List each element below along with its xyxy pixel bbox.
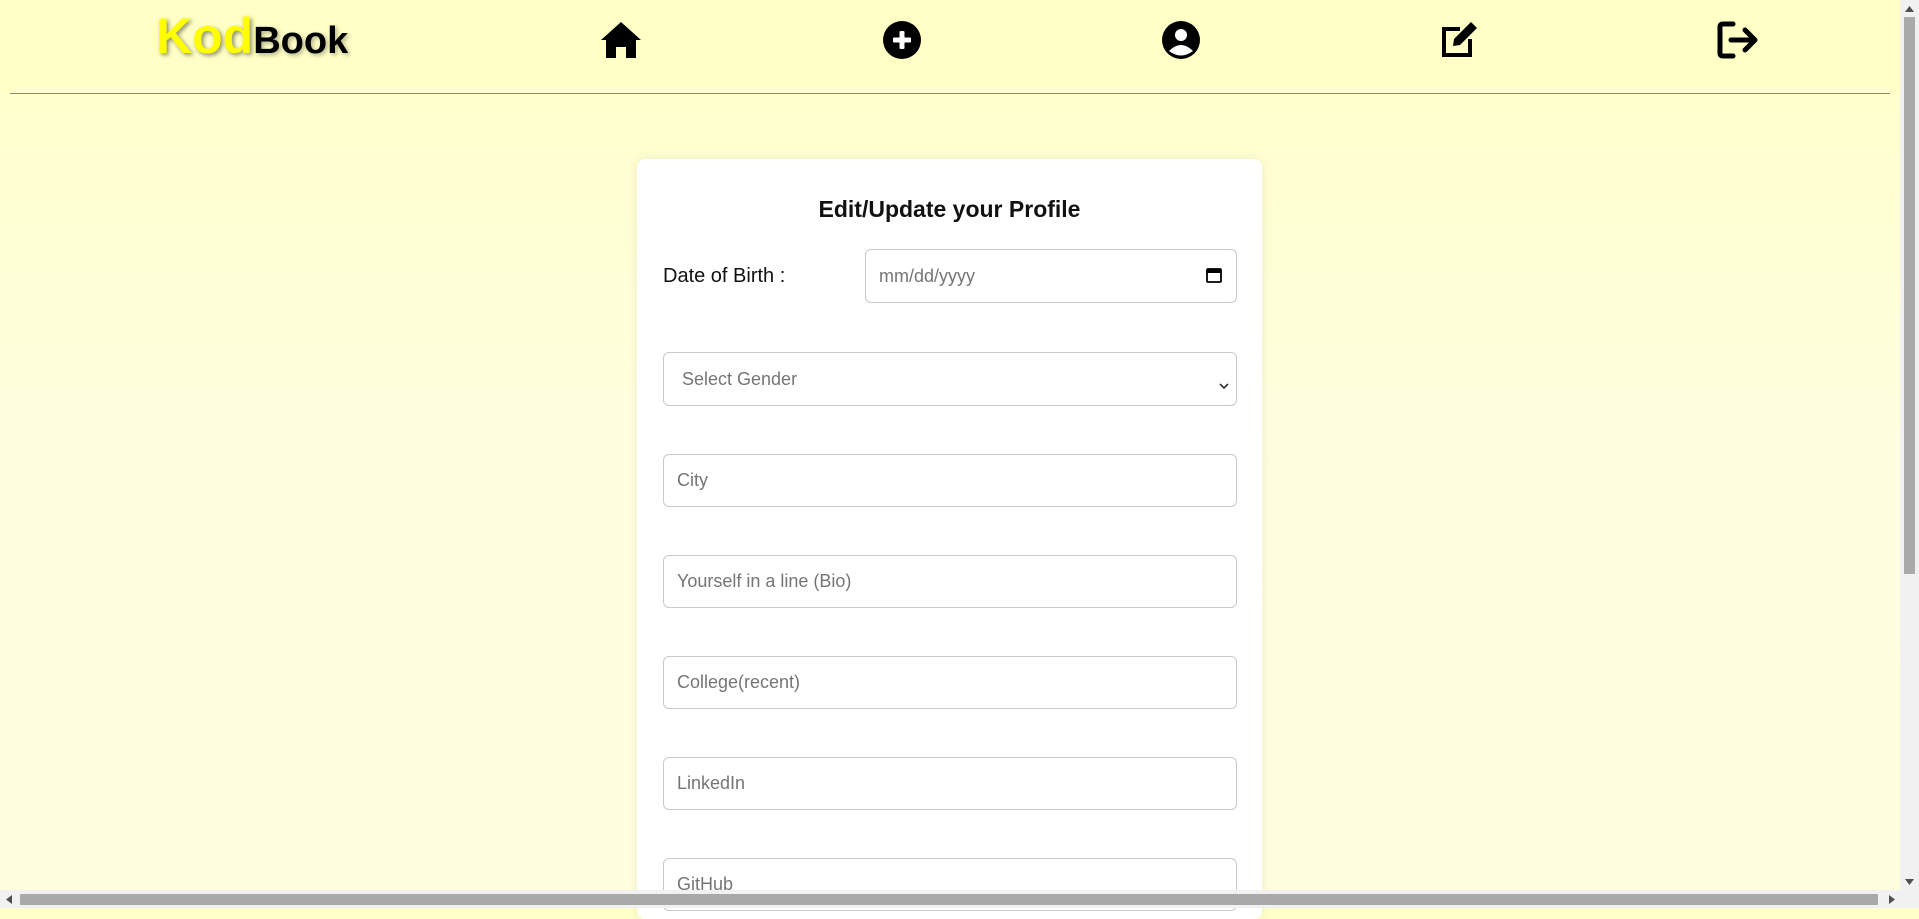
profile-form-card: Edit/Update your Profile Date of Birth :… — [637, 159, 1262, 919]
scroll-up-arrow-icon[interactable] — [1900, 0, 1919, 17]
add-circle-icon[interactable] — [880, 18, 924, 62]
chevron-down-icon — [1218, 375, 1230, 396]
dob-label: Date of Birth : — [663, 265, 786, 287]
logo-book: Book — [253, 20, 349, 62]
scroll-down-arrow-icon[interactable] — [1900, 873, 1919, 890]
dob-input[interactable]: mm/dd/yyyy — [865, 249, 1237, 303]
user-circle-icon[interactable] — [1159, 18, 1203, 62]
dob-placeholder: mm/dd/yyyy — [879, 265, 976, 286]
college-input[interactable]: College(recent) — [663, 656, 1237, 709]
city-input[interactable]: City — [663, 454, 1237, 507]
navbar-divider — [10, 93, 1890, 94]
form-title: Edit/Update your Profile — [818, 196, 1081, 222]
gender-select[interactable]: Select Gender — [663, 352, 1237, 406]
calendar-icon[interactable] — [1206, 267, 1222, 288]
bio-input[interactable]: Yourself in a line (Bio) — [663, 555, 1237, 608]
city-placeholder: City — [677, 470, 708, 490]
home-icon[interactable] — [599, 18, 643, 62]
edit-icon[interactable] — [1437, 18, 1481, 62]
vertical-scroll-thumb[interactable] — [1904, 17, 1915, 574]
logo-kod: Kod — [156, 8, 254, 64]
linkedin-placeholder: LinkedIn — [677, 773, 746, 793]
scroll-right-arrow-icon[interactable] — [1883, 890, 1900, 908]
college-placeholder: College(recent) — [677, 672, 801, 692]
scroll-left-arrow-icon[interactable] — [0, 890, 17, 908]
logout-icon[interactable] — [1716, 18, 1760, 62]
linkedin-input[interactable]: LinkedIn — [663, 757, 1237, 810]
bio-placeholder: Yourself in a line (Bio) — [677, 571, 852, 591]
horizontal-scroll-thumb[interactable] — [20, 894, 1878, 905]
vertical-scrollbar[interactable] — [1900, 0, 1919, 890]
logo[interactable]: KodBook — [156, 11, 349, 73]
navbar: KodBook — [0, 0, 1900, 93]
horizontal-scrollbar[interactable] — [0, 890, 1919, 908]
gender-selected-value: Select Gender — [682, 368, 798, 389]
